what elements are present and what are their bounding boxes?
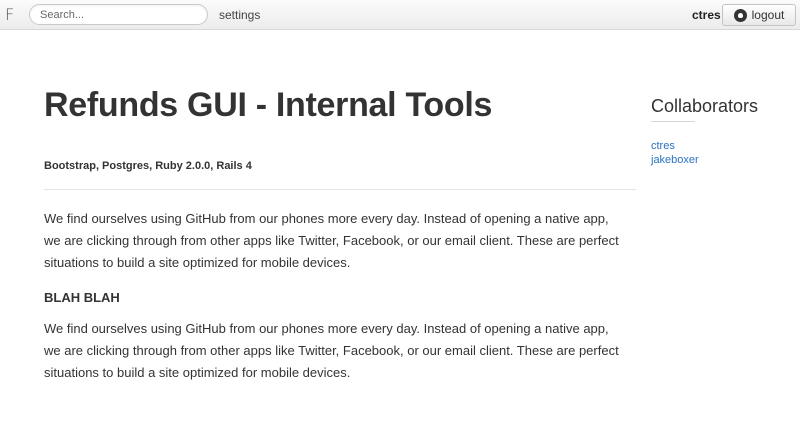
description-paragraph: We find ourselves using GitHub from our … xyxy=(44,211,619,270)
username-link[interactable]: ctres xyxy=(692,8,721,22)
description-paragraph: We find ourselves using GitHub from our … xyxy=(44,321,619,380)
section-subheading: BLAH BLAH xyxy=(44,290,120,305)
collaborators-heading: Collaborators xyxy=(651,96,759,116)
github-icon xyxy=(733,8,747,22)
top-navbar: F settings ctres logout xyxy=(0,0,800,30)
collaborators-list: ctres jakeboxer xyxy=(651,139,699,167)
list-item: jakeboxer xyxy=(651,153,699,167)
settings-link[interactable]: settings xyxy=(219,8,260,22)
app-logo[interactable]: F xyxy=(5,5,14,24)
collaborators-divider xyxy=(651,121,695,122)
divider xyxy=(44,189,636,190)
search-input[interactable] xyxy=(29,4,208,25)
list-item: ctres xyxy=(651,139,699,153)
collaborator-link[interactable]: jakeboxer xyxy=(651,154,699,166)
tech-stack: Bootstrap, Postgres, Ruby 2.0.0, Rails 4 xyxy=(44,160,252,172)
logout-label: logout xyxy=(751,8,785,22)
logout-button[interactable]: logout xyxy=(722,4,796,26)
collaborator-link[interactable]: ctres xyxy=(651,140,675,152)
page-title: Refunds GUI - Internal Tools xyxy=(44,86,493,124)
